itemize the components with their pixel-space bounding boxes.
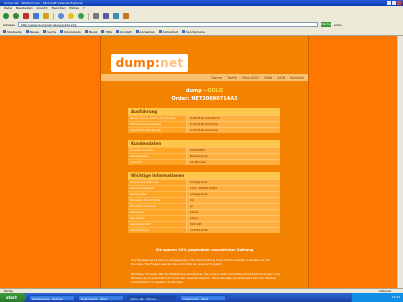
favorites-icon[interactable] <box>68 13 74 19</box>
table-row: Gesamtpreis 118,80 EUR <box>128 227 280 233</box>
nav-hilfe[interactable]: Hilfe <box>264 76 272 80</box>
page-icon <box>101 30 105 33</box>
minimize-button[interactable] <box>387 1 391 5</box>
nav-kontakt[interactable]: Kontakt <box>290 76 304 80</box>
page-icon <box>84 30 88 33</box>
close-button[interactable] <box>397 1 401 5</box>
toolbar-separator <box>53 12 54 20</box>
maximize-button[interactable] <box>392 1 396 5</box>
home-icon[interactable] <box>43 13 49 19</box>
history-icon[interactable] <box>78 13 84 19</box>
link-item[interactable]: Sportschuhe <box>181 30 205 34</box>
link-item[interactable]: Sicherheit <box>158 30 178 34</box>
nav-home[interactable]: Home <box>211 76 222 80</box>
table-row: Gutschrift Neukunde 0,00 EUR einmalig <box>128 127 280 133</box>
link-item[interactable]: Kontakt <box>116 30 132 34</box>
menu-item-ansicht[interactable]: Ansicht <box>37 6 48 11</box>
page-title: dump - GOLD <box>185 88 224 94</box>
taskbar: start Posteingang - Outlook Dokument1 - … <box>0 293 403 302</box>
link-item[interactable]: Startseite <box>3 30 22 34</box>
page-scrollbar[interactable] <box>397 36 403 288</box>
page-icon <box>135 30 139 33</box>
link-item[interactable]: Musik <box>84 30 97 34</box>
window-title: dump.net - Willkommen - Microsoft Intern… <box>4 1 83 5</box>
table-row: Laufzeit 12 Monate <box>128 159 280 165</box>
mail-icon[interactable] <box>93 13 99 19</box>
page-icon <box>158 30 162 33</box>
legal-notice-text: Wichtiger Hinweis: Mit der Bestellung ak… <box>131 272 281 284</box>
window-controls <box>387 1 401 5</box>
toolbar-separator <box>88 12 89 20</box>
nav-agb[interactable]: AGB <box>277 76 285 80</box>
payment-table: Ausführung Paket: dump GOLD 12 Monate 9,9… <box>128 108 280 133</box>
link-item[interactable]: Hilfe <box>101 30 112 34</box>
page-icon <box>3 30 6 33</box>
menu-item-help[interactable]: ? <box>83 6 85 11</box>
address-bar: Adresse http://www.dumpnet.de/upgrade.ph… <box>0 21 403 31</box>
order-number: Order: NET20090714A3 <box>171 96 238 102</box>
taskbar-item[interactable]: Unbenannt - Paint <box>180 294 226 301</box>
page-icon <box>181 30 185 33</box>
start-button[interactable]: start <box>0 293 26 302</box>
refresh-icon[interactable] <box>33 13 39 19</box>
page-icon <box>60 30 64 33</box>
go-button[interactable]: Wechseln zu <box>320 22 335 31</box>
browser-toolbar <box>0 11 403 21</box>
link-item[interactable]: Downloads <box>60 30 81 34</box>
links-bar: Startseite Neues Suche Downloads Musik H… <box>0 28 403 36</box>
page-icon <box>25 30 29 33</box>
address-label: Adresse <box>3 22 15 27</box>
link-item[interactable]: Suche <box>43 30 56 34</box>
system-tray: 14:32 <box>351 293 403 302</box>
page-icon <box>43 30 46 33</box>
taskbar-item-active[interactable]: dump.net - Micros... <box>127 294 177 301</box>
taskbar-item[interactable]: Dokument1 - Word <box>78 294 124 301</box>
forward-icon[interactable] <box>13 13 19 19</box>
menu-item-bearbeiten[interactable]: Bearbeiten <box>16 6 32 11</box>
taskbar-item[interactable]: Posteingang - Outlook <box>29 294 75 301</box>
window-titlebar: dump.net - Willkommen - Microsoft Intern… <box>0 0 403 6</box>
print-icon[interactable] <box>103 13 109 19</box>
menu-item-extras[interactable]: Extras <box>69 6 78 11</box>
browser-chrome: dump.net - Willkommen - Microsoft Intern… <box>0 0 403 36</box>
nav-free-dvd[interactable]: Free-DVD <box>242 76 259 80</box>
table-header: Wichtige Informationen <box>128 172 280 179</box>
menu-item-favoriten[interactable]: Favoriten <box>52 6 66 11</box>
table-header: Ausführung <box>128 108 280 115</box>
messenger-icon[interactable] <box>123 13 129 19</box>
links-label[interactable]: Links <box>334 23 342 27</box>
order-info-text: Ihre Bestellung ist bei uns eingegangen.… <box>131 258 270 266</box>
info-table: Wichtige Informationen Download-Volumen u… <box>128 172 280 233</box>
table-header: Kundendaten <box>128 140 280 147</box>
menu-item-datei[interactable]: Datei <box>4 6 12 11</box>
edit-icon[interactable] <box>113 13 119 19</box>
stop-icon[interactable] <box>23 13 29 19</box>
search-icon[interactable] <box>58 13 64 19</box>
link-item[interactable]: Neues <box>25 30 39 34</box>
url-input[interactable]: http://www.dumpnet.de/upgrade.php <box>17 22 318 27</box>
site-nav: Home · Tarife · Free-DVD · Hilfe · AGB · Kont… <box>101 74 308 81</box>
web-page: dump:net Home · Tarife · Free-DVD · Hilfe · … <box>0 36 403 288</box>
link-item[interactable]: Anmelden <box>135 30 155 34</box>
content-column: dump:net Home · Tarife · Free-DVD · Hilfe · … <box>100 36 309 288</box>
savings-note: Sie sparen 23% gegenüber monatlicher Zah… <box>155 248 254 252</box>
page-icon <box>116 30 120 33</box>
clock[interactable]: 14:32 <box>391 295 400 299</box>
customer-table: Kundendaten Kundennummer K1234567 Zahlung… <box>128 140 280 165</box>
nav-tarife[interactable]: Tarife <box>227 76 237 80</box>
site-logo[interactable]: dump:net <box>111 54 188 72</box>
back-icon[interactable] <box>3 13 9 19</box>
